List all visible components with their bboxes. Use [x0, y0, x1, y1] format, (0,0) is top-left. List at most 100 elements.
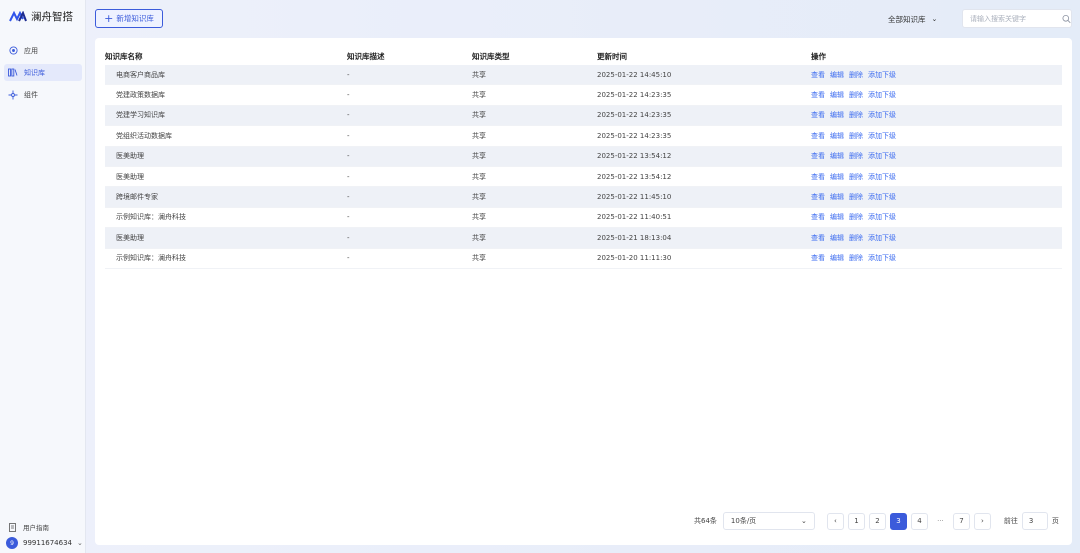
add-child-button[interactable]: 添加下级 — [868, 233, 896, 243]
view-button[interactable]: 查看 — [811, 131, 825, 141]
delete-button[interactable]: 删除 — [849, 131, 863, 141]
cell-name: 党建政策数据库 — [116, 91, 165, 100]
cell-updated-time: 2025-01-22 11:45:10 — [597, 193, 672, 202]
edit-button[interactable]: 编辑 — [830, 253, 844, 263]
view-button[interactable]: 查看 — [811, 253, 825, 263]
view-button[interactable]: 查看 — [811, 212, 825, 222]
logo-icon — [9, 10, 27, 21]
chevron-down-icon: ⌄ — [801, 517, 807, 525]
edit-button[interactable]: 编辑 — [830, 172, 844, 182]
delete-button[interactable]: 删除 — [849, 172, 863, 182]
table-row: 医美助理 - 共享 2025-01-22 13:54:12 查看 编辑 删除 添加下级 — [105, 146, 1062, 167]
edit-button[interactable]: 编辑 — [830, 90, 844, 100]
goto-page-input[interactable] — [1021, 512, 1048, 530]
table-row: 医美助理 - 共享 2025-01-21 18:13:04 查看 编辑 删除 添加下级 — [105, 228, 1062, 249]
cell-actions: 查看 编辑 删除 添加下级 — [811, 70, 1061, 80]
page-size-select[interactable]: 10条/页 ⌄ — [722, 512, 815, 530]
add-child-button[interactable]: 添加下级 — [868, 70, 896, 80]
add-child-button[interactable]: 添加下级 — [868, 172, 896, 182]
filter-label: 全部知识库 — [888, 14, 926, 24]
chevron-right-icon: › — [981, 517, 984, 525]
delete-button[interactable]: 删除 — [849, 70, 863, 80]
add-child-button[interactable]: 添加下级 — [868, 151, 896, 161]
cell-description: - — [347, 131, 350, 140]
table-row: 电商客户商品库 - 共享 2025-01-22 14:45:10 查看 编辑 删除 添加下级 — [105, 65, 1062, 86]
chevron-down-icon: ⌄ — [931, 15, 938, 23]
delete-button[interactable]: 删除 — [849, 253, 863, 263]
sidebar: 澜舟智搭 应用 知识库 组件 用户指南 9 99911674634 ⌄ — [0, 0, 86, 553]
add-knowledge-base-button[interactable]: + 新增知识库 — [95, 9, 163, 28]
page-button[interactable]: 2 — [868, 512, 886, 530]
view-button[interactable]: 查看 — [811, 192, 825, 202]
delete-button[interactable]: 删除 — [849, 212, 863, 222]
page-button[interactable]: 1 — [847, 512, 865, 530]
edit-button[interactable]: 编辑 — [830, 110, 844, 120]
cell-updated-time: 2025-01-22 14:23:35 — [597, 111, 672, 120]
edit-button[interactable]: 编辑 — [830, 233, 844, 243]
add-child-button[interactable]: 添加下级 — [868, 110, 896, 120]
knowledge-base-icon — [8, 68, 18, 78]
edit-button[interactable]: 编辑 — [830, 151, 844, 161]
next-page-button[interactable]: › — [973, 512, 991, 530]
delete-button[interactable]: 删除 — [849, 90, 863, 100]
add-child-button[interactable]: 添加下级 — [868, 192, 896, 202]
edit-button[interactable]: 编辑 — [830, 192, 844, 202]
delete-button[interactable]: 删除 — [849, 192, 863, 202]
cell-updated-time: 2025-01-22 14:23:35 — [597, 131, 672, 140]
cell-description: - — [347, 91, 350, 100]
prev-page-button[interactable]: ‹ — [826, 512, 844, 530]
brand-name: 澜舟智搭 — [31, 11, 73, 23]
cell-updated-time: 2025-01-20 11:11:30 — [597, 254, 672, 263]
cell-actions: 查看 编辑 删除 添加下级 — [811, 172, 1061, 182]
view-button[interactable]: 查看 — [811, 172, 825, 182]
cell-name: 跨境邮件专家 — [116, 193, 158, 202]
table-row: 医美助理 - 共享 2025-01-22 13:54:12 查看 编辑 删除 添加下级 — [105, 167, 1062, 188]
user-menu[interactable]: 9 99911674634 ⌄ — [6, 537, 83, 549]
table-header: 知识库名称 知识库描述 知识库类型 更新时间 操作 — [105, 47, 1062, 65]
cell-type: 共享 — [472, 233, 486, 242]
delete-button[interactable]: 删除 — [849, 233, 863, 243]
knowledge-base-filter-select[interactable]: 全部知识库 ⌄ — [888, 11, 937, 27]
view-button[interactable]: 查看 — [811, 70, 825, 80]
cell-updated-time: 2025-01-22 14:23:35 — [597, 91, 672, 100]
sidebar-item-knowledge-base[interactable]: 知识库 — [4, 64, 82, 81]
page-size-value: 10条/页 — [730, 517, 757, 525]
view-button[interactable]: 查看 — [811, 151, 825, 161]
view-button[interactable]: 查看 — [811, 233, 825, 243]
edit-button[interactable]: 编辑 — [830, 70, 844, 80]
cell-type: 共享 — [472, 254, 486, 263]
page-button-current[interactable]: 3 — [889, 512, 907, 530]
cell-description: - — [347, 172, 350, 181]
cell-description: - — [347, 152, 350, 161]
cell-description: - — [347, 111, 350, 120]
add-child-button[interactable]: 添加下级 — [868, 253, 896, 263]
cell-name: 党建学习知识库 — [116, 111, 165, 120]
sidebar-item-app[interactable]: 应用 — [4, 42, 82, 59]
view-button[interactable]: 查看 — [811, 110, 825, 120]
table-row: 示例知识库：澜舟科技 - 共享 2025-01-20 11:11:30 查看 编辑 删除 添加… — [105, 249, 1062, 269]
page-button[interactable]: 4 — [910, 512, 928, 530]
user-guide-link[interactable]: 用户指南 — [8, 522, 49, 532]
cell-type: 共享 — [472, 193, 486, 202]
delete-button[interactable]: 删除 — [849, 110, 863, 120]
edit-button[interactable]: 编辑 — [830, 131, 844, 141]
cell-actions: 查看 编辑 删除 添加下级 — [811, 151, 1061, 161]
add-knowledge-base-label: 新增知识库 — [116, 14, 154, 23]
add-child-button[interactable]: 添加下级 — [868, 90, 896, 100]
brand-logo[interactable]: 澜舟智搭 — [9, 9, 73, 24]
edit-button[interactable]: 编辑 — [830, 212, 844, 222]
cell-description: - — [347, 193, 350, 202]
sidebar-item-component[interactable]: 组件 — [4, 86, 82, 103]
search-input[interactable] — [963, 13, 1056, 24]
page-ellipsis[interactable]: ··· — [931, 512, 949, 530]
search-icon[interactable] — [1062, 14, 1071, 24]
add-child-button[interactable]: 添加下级 — [868, 131, 896, 141]
view-button[interactable]: 查看 — [811, 90, 825, 100]
delete-button[interactable]: 删除 — [849, 151, 863, 161]
cell-actions: 查看 编辑 删除 添加下级 — [811, 192, 1061, 202]
column-header-actions: 操作 — [811, 51, 826, 61]
page-button[interactable]: 7 — [952, 512, 970, 530]
component-icon — [8, 90, 18, 100]
add-child-button[interactable]: 添加下级 — [868, 212, 896, 222]
cell-type: 共享 — [472, 91, 486, 100]
